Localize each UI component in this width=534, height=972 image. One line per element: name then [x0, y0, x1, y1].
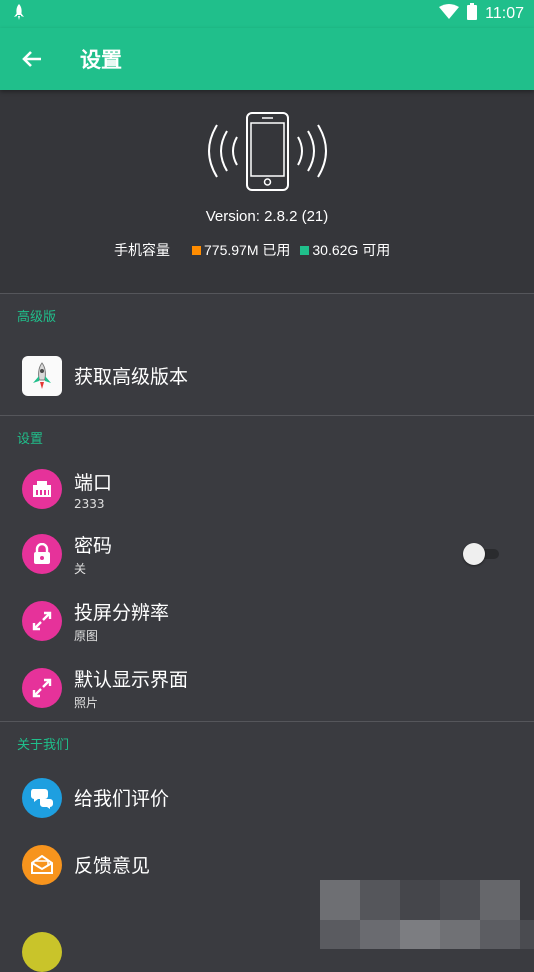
rate-us-item[interactable]: 给我们评价 — [0, 764, 534, 831]
storage-label: 手机容量 — [114, 242, 170, 258]
status-bar: 11:07 — [0, 0, 534, 28]
expand-arrows-icon — [22, 667, 62, 708]
page-title: 设置 — [80, 48, 122, 72]
device-info: Version: 2.8.2 (21) 手机容量 775.97M 已用 30.6… — [0, 90, 534, 294]
item-subtitle: 照片 — [74, 695, 99, 710]
ethernet-port-icon — [22, 469, 62, 509]
section-header-settings: 设置 — [17, 432, 44, 447]
back-button[interactable] — [0, 28, 64, 90]
envelope-icon — [22, 844, 62, 885]
rocket-notification-icon — [12, 3, 26, 26]
password-toggle[interactable] — [463, 542, 499, 565]
storage-info: 手机容量 775.97M 已用 30.62G 可用 — [114, 240, 390, 260]
wifi-icon — [439, 3, 460, 25]
version-text: Version: 2.8.2 (21) — [205, 208, 329, 225]
arrow-back-icon — [22, 51, 41, 67]
available-legend-square — [300, 245, 310, 255]
toolbar: 设置 — [0, 28, 534, 90]
pixelated-overlay — [320, 880, 534, 949]
lock-icon — [22, 533, 62, 574]
item-title: 端口 — [74, 471, 113, 494]
item-title: 给我们评价 — [74, 788, 170, 810]
resolution-item[interactable]: 投屏分辨率 原图 — [0, 587, 534, 654]
item-title: 投屏分辨率 — [74, 601, 170, 624]
chat-bubbles-icon — [22, 777, 62, 818]
storage-available: 30.62G 可用 — [312, 242, 391, 258]
partial-list-item-icon — [22, 932, 62, 972]
item-title: 反馈意见 — [74, 855, 151, 877]
item-title: 默认显示界面 — [74, 668, 189, 691]
item-subtitle: 关 — [74, 561, 87, 576]
get-premium-item[interactable]: 获取高级版本 — [0, 336, 534, 415]
status-time: 11:07 — [485, 5, 524, 22]
rocket-app-icon — [22, 355, 62, 396]
password-item[interactable]: 密码 关 — [0, 520, 534, 587]
item-title: 密码 — [74, 534, 113, 557]
port-item[interactable]: 端口 2333 — [0, 458, 534, 520]
section-header-premium: 高级版 — [17, 310, 57, 325]
battery-icon — [467, 3, 478, 25]
section-header-about: 关于我们 — [17, 738, 70, 753]
default-view-item[interactable]: 默认显示界面 照片 — [0, 654, 534, 721]
phone-vibrate-icon — [208, 112, 327, 191]
used-legend-square — [192, 245, 201, 255]
item-subtitle: 原图 — [74, 628, 99, 643]
item-title: 获取高级版本 — [74, 366, 189, 388]
expand-arrows-icon — [22, 600, 62, 641]
storage-used: 775.97M 已用 — [204, 242, 291, 258]
item-subtitle: 2333 — [74, 496, 105, 511]
